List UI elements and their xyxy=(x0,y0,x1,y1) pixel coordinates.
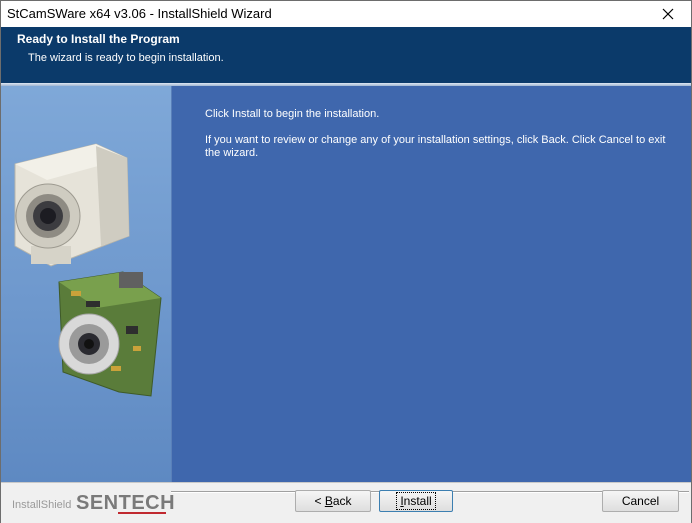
back-button-prefix: < xyxy=(314,494,325,508)
close-button[interactable] xyxy=(645,1,691,27)
title-bar: StCamSWare x64 v3.06 - InstallShield Wiz… xyxy=(1,1,691,27)
wizard-content: Click Install to begin the installation.… xyxy=(1,86,691,482)
install-button[interactable]: Install xyxy=(379,490,453,512)
logo-underline xyxy=(118,512,166,514)
sentech-logo-prefix: SEN xyxy=(76,492,119,514)
side-panel xyxy=(1,86,172,482)
back-button-accel: B xyxy=(324,494,333,508)
header-title: Ready to Install the Program xyxy=(17,32,180,46)
camera-housing-image xyxy=(14,143,162,397)
installshield-window: StCamSWare x64 v3.06 - InstallShield Wiz… xyxy=(0,0,692,523)
brand-area: InstallShield SENTECH xyxy=(1,483,175,523)
instruction-line-1: Click Install to begin the installation. xyxy=(205,108,380,120)
close-icon xyxy=(662,8,674,20)
wizard-header: Ready to Install the Program The wizard … xyxy=(1,27,691,83)
install-button-label: Install xyxy=(396,492,436,510)
back-button[interactable]: < Back xyxy=(295,490,371,512)
back-button-rest: ack xyxy=(332,494,352,508)
cancel-button-label: Cancel xyxy=(621,494,660,508)
sentech-logo-suffix: TECH xyxy=(118,492,176,514)
window-title: StCamSWare x64 v3.06 - InstallShield Wiz… xyxy=(7,6,272,21)
instruction-line-2: If you want to review or change any of y… xyxy=(205,134,666,159)
instructions: Click Install to begin the installation.… xyxy=(205,108,675,173)
installshield-label: InstallShield xyxy=(12,499,72,511)
cancel-button[interactable]: Cancel xyxy=(602,490,679,512)
install-button-rest: nstall xyxy=(403,494,432,508)
button-bar: InstallShield SENTECH < Back Install Can… xyxy=(1,482,691,523)
header-subtitle: The wizard is ready to begin installatio… xyxy=(28,52,224,64)
